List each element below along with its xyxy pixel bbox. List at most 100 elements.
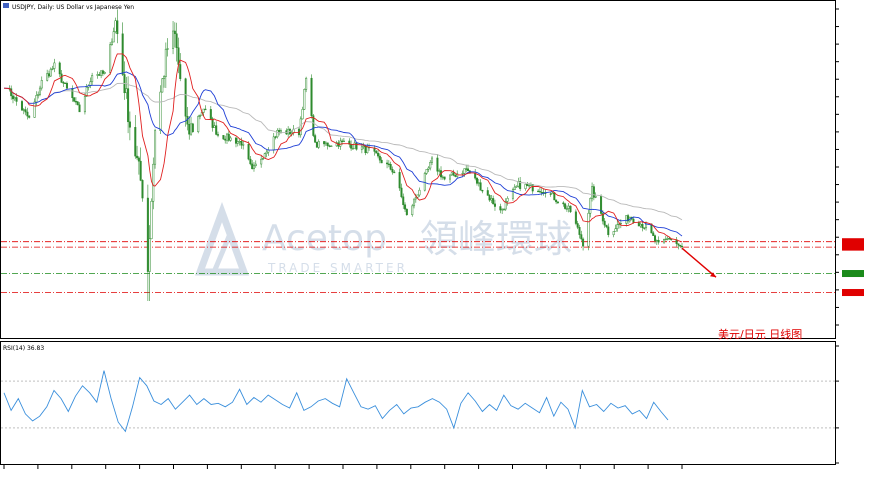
candle-body — [643, 227, 646, 229]
candle-body — [109, 44, 112, 73]
candle-body — [251, 163, 254, 170]
candle-body — [78, 104, 81, 113]
candle-body — [179, 64, 182, 79]
candle-body — [312, 115, 315, 136]
candle-body — [197, 116, 200, 133]
candle-body — [188, 123, 191, 135]
candle-body — [537, 190, 540, 193]
candle-body — [136, 155, 139, 159]
candle-body — [425, 169, 428, 174]
candle-body — [555, 199, 558, 203]
candle-body — [443, 176, 446, 180]
candle-body — [603, 220, 606, 226]
candle-body — [11, 95, 14, 100]
candle-body — [172, 30, 175, 49]
candle-body — [526, 184, 529, 187]
candle-body — [240, 141, 243, 146]
candle-body — [450, 172, 453, 176]
candle-body — [404, 204, 407, 210]
candle-body — [173, 30, 176, 35]
candle-body — [625, 215, 628, 224]
candle-body — [100, 70, 103, 76]
candle-body — [73, 97, 76, 102]
candle-body — [436, 157, 439, 172]
candle-body — [540, 191, 543, 194]
candle-body — [416, 194, 419, 198]
candle-body — [466, 168, 469, 171]
candle-body — [438, 170, 441, 172]
candle-body — [488, 195, 491, 201]
candle-body — [110, 41, 113, 46]
candle-body — [24, 109, 27, 113]
candle-body — [33, 101, 36, 118]
candle-body — [46, 73, 49, 81]
candle-body — [137, 157, 140, 162]
candle-body — [83, 96, 86, 113]
candle-body — [452, 172, 455, 176]
candle-body — [641, 223, 644, 228]
price-panel-frame — [0, 0, 836, 339]
candle-body — [427, 167, 430, 170]
chart-window: Acetop 領峰環球 TRADE SMARTER USDJPY, Daily:… — [0, 0, 870, 479]
candle-body — [324, 142, 327, 145]
candle-body — [342, 140, 345, 143]
candle-body — [114, 20, 117, 32]
candle-body — [490, 198, 493, 201]
level-tag — [842, 243, 864, 251]
candle-body — [538, 191, 541, 193]
candle-body — [315, 142, 318, 148]
rsi-panel-frame — [0, 341, 836, 465]
candle-body — [502, 208, 505, 211]
candle-body — [26, 111, 29, 117]
candle-body — [49, 68, 52, 77]
candle-body — [166, 48, 169, 50]
candle-body — [474, 173, 477, 179]
candle-body — [645, 223, 648, 229]
candle-body — [499, 206, 502, 211]
candle-body — [449, 174, 452, 180]
candle-body — [276, 129, 279, 138]
candle-body — [654, 235, 657, 241]
candle-body — [366, 146, 369, 154]
candle-body — [513, 186, 516, 190]
candle-body — [506, 198, 509, 202]
candle-body — [125, 88, 128, 94]
candle-body — [15, 97, 18, 102]
candle-body — [225, 133, 229, 141]
candle-body — [317, 141, 320, 148]
candle-body — [652, 232, 655, 236]
candle-body — [576, 223, 579, 228]
candle-body — [217, 134, 220, 136]
candle-body — [310, 77, 313, 116]
candle-body — [551, 192, 554, 195]
candle-body — [362, 145, 365, 148]
candle-body — [299, 118, 302, 136]
candle-body — [580, 234, 583, 240]
candle-body — [589, 198, 592, 214]
candle-body — [326, 142, 329, 147]
candle-body — [594, 196, 597, 198]
candle-body — [303, 89, 306, 110]
level-tag — [842, 289, 864, 297]
candle-body — [323, 141, 326, 145]
rsi-label: RSI(14) 36.83 — [3, 345, 44, 352]
candle-body — [215, 125, 218, 135]
candle-body — [190, 123, 193, 135]
candle-body — [71, 88, 74, 99]
chart-caption: 美元/日元 日线图 — [718, 327, 802, 341]
candle-body — [607, 226, 610, 236]
candle-body — [465, 168, 468, 170]
candle-body — [616, 224, 619, 229]
candle-body — [612, 231, 615, 236]
candle-body — [655, 240, 658, 242]
candle-body — [252, 165, 255, 170]
candle-body — [639, 223, 642, 227]
candle-body — [351, 148, 354, 150]
candle-body — [274, 136, 277, 138]
candle-body — [564, 203, 567, 209]
candle-body — [413, 198, 416, 207]
candle-body — [236, 141, 239, 144]
chart-svg: Acetop 領峰環球 TRADE SMARTER USDJPY, Daily:… — [0, 0, 864, 469]
candle-body — [330, 145, 333, 147]
candle-body — [96, 74, 99, 76]
